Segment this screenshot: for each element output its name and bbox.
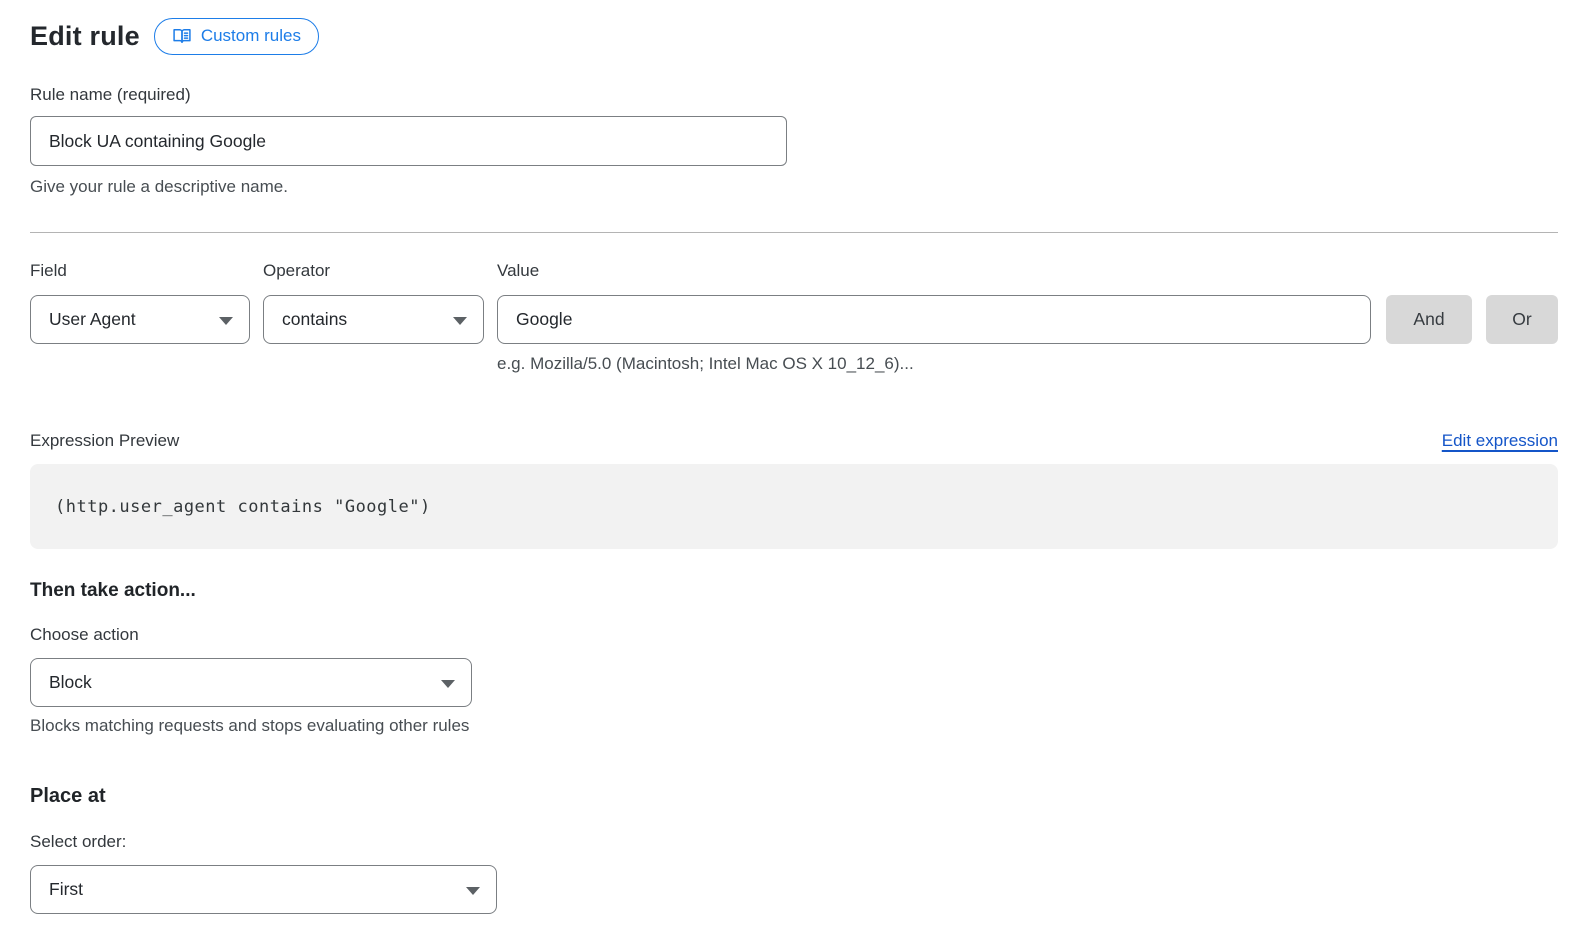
page-header: Edit rule Custom rules [30,16,1558,56]
chevron-down-icon [441,680,455,688]
and-button[interactable]: And [1386,295,1472,344]
choose-action-label: Choose action [30,624,1558,646]
chevron-down-icon [466,887,480,895]
order-select[interactable]: First [30,865,497,914]
edit-rule-page: Edit rule Custom rules Rule name (requir… [0,0,1587,952]
chevron-down-icon [219,317,233,325]
action-heading: Then take action... [30,580,1558,602]
rule-name-helper: Give your rule a descriptive name. [30,177,1558,197]
condition-row: User Agent contains And Or [30,295,1558,344]
expression-preview-label: Expression Preview [30,430,179,452]
expression-preview-box: (http.user_agent contains "Google") [30,464,1558,549]
placement-section: Place at Select order: First [30,785,1558,914]
select-order-label: Select order: [30,831,1558,853]
rule-name-input[interactable] [30,116,787,166]
action-section: Then take action... Choose action Block … [30,580,1558,736]
page-title: Edit rule [30,21,140,52]
custom-rules-docs-button[interactable]: Custom rules [154,18,319,55]
field-label: Field [30,260,263,282]
field-select-value: User Agent [49,309,136,330]
open-book-icon [172,26,192,46]
expression-header: Expression Preview Edit expression [30,430,1558,452]
action-select[interactable]: Block [30,658,472,707]
place-at-heading: Place at [30,785,1558,808]
operator-label: Operator [263,260,497,282]
action-select-value: Block [49,672,92,693]
value-label: Value [497,260,539,282]
chevron-down-icon [453,317,467,325]
operator-select-value: contains [282,309,347,330]
value-helper: e.g. Mozilla/5.0 (Macintosh; Intel Mac O… [497,354,1558,374]
edit-expression-link[interactable]: Edit expression [1442,431,1558,451]
rule-name-label: Rule name (required) [30,84,1558,106]
operator-select[interactable]: contains [263,295,484,344]
order-select-value: First [49,879,83,900]
expression-code: (http.user_agent contains "Google") [55,497,431,517]
condition-labels-row: Field Operator Value [30,260,1558,282]
custom-rules-button-label: Custom rules [201,26,301,46]
value-input[interactable] [497,295,1371,344]
field-select[interactable]: User Agent [30,295,250,344]
section-divider [30,232,1558,233]
or-button[interactable]: Or [1486,295,1558,344]
rule-name-section: Rule name (required) Give your rule a de… [30,84,1558,197]
action-helper: Blocks matching requests and stops evalu… [30,716,1558,736]
